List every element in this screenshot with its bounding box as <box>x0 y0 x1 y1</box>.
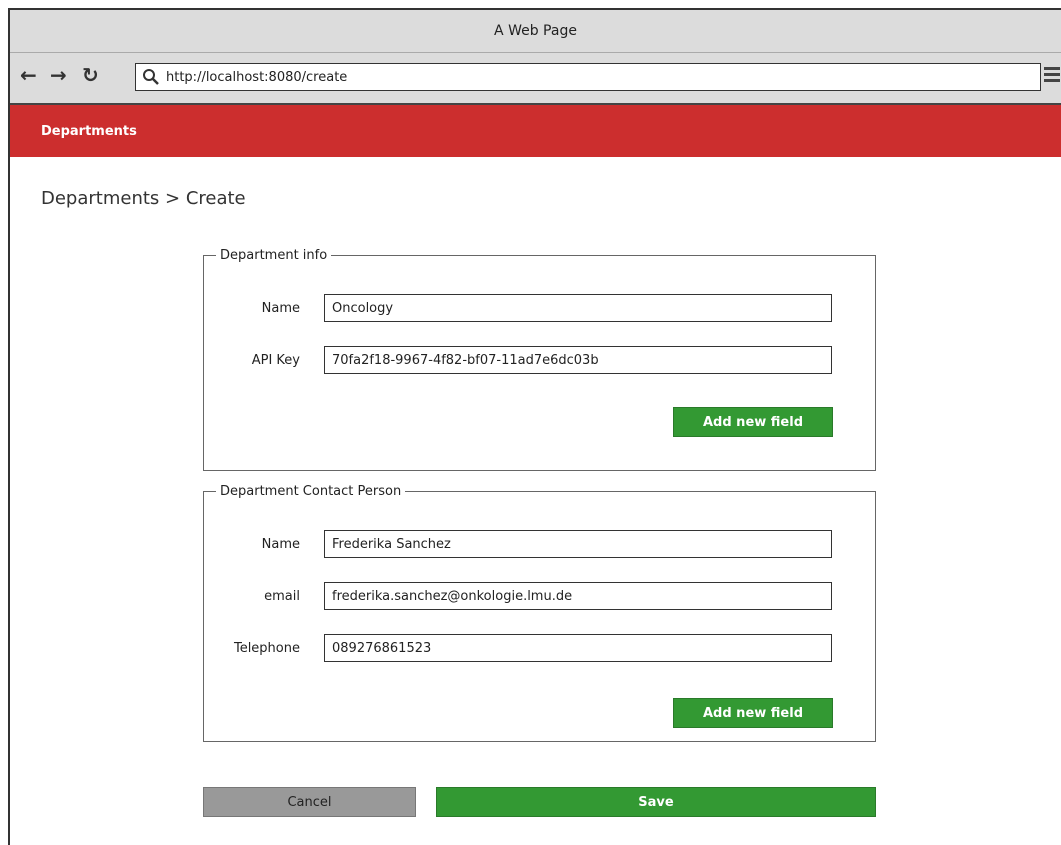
breadcrumb: Departments > Create <box>41 188 246 209</box>
window-titlebar: A Web Page <box>10 10 1061 53</box>
reload-icon[interactable]: ↻ <box>82 63 99 87</box>
hamburger-menu-icon[interactable] <box>1044 67 1060 85</box>
forward-arrow-icon[interactable]: → <box>50 63 67 87</box>
search-icon <box>143 69 159 85</box>
department-info-fieldset: Department info Name Oncology API Key 70… <box>203 248 876 471</box>
contact-person-legend: Department Contact Person <box>220 484 402 499</box>
window-title: A Web Page <box>494 23 577 39</box>
contact-name-label: Name <box>261 537 300 552</box>
contact-email-label: email <box>264 589 300 604</box>
top-navbar: Departments <box>10 105 1061 157</box>
contact-telephone-input[interactable]: 089276861523 <box>324 634 832 662</box>
department-name-label: Name <box>261 301 300 316</box>
department-add-field-button[interactable]: Add new field <box>673 407 833 437</box>
api-key-label: API Key <box>251 353 300 368</box>
navbar-brand-link[interactable]: Departments <box>41 124 137 139</box>
contact-person-fieldset: Department Contact Person Name Frederika… <box>203 484 876 742</box>
api-key-input[interactable]: 70fa2f18-9967-4f82-bf07-11ad7e6dc03b <box>324 346 832 374</box>
browser-toolbar: ← → ↻ http://localhost:8080/create <box>10 53 1061 105</box>
back-arrow-icon[interactable]: ← <box>20 63 37 87</box>
contact-add-field-button[interactable]: Add new field <box>673 698 833 728</box>
contact-name-input[interactable]: Frederika Sanchez <box>324 530 832 558</box>
browser-window: A Web Page ← → ↻ http://localhost:8080/c… <box>8 8 1061 845</box>
contact-telephone-label: Telephone <box>233 641 300 656</box>
cancel-button[interactable]: Cancel <box>203 787 416 817</box>
save-button[interactable]: Save <box>436 787 876 817</box>
department-info-legend: Department info <box>220 248 328 263</box>
url-text: http://localhost:8080/create <box>166 69 348 85</box>
contact-email-input[interactable]: frederika.sanchez@onkologie.lmu.de <box>324 582 832 610</box>
department-name-input[interactable]: Oncology <box>324 294 832 322</box>
address-bar[interactable]: http://localhost:8080/create <box>135 63 1041 91</box>
